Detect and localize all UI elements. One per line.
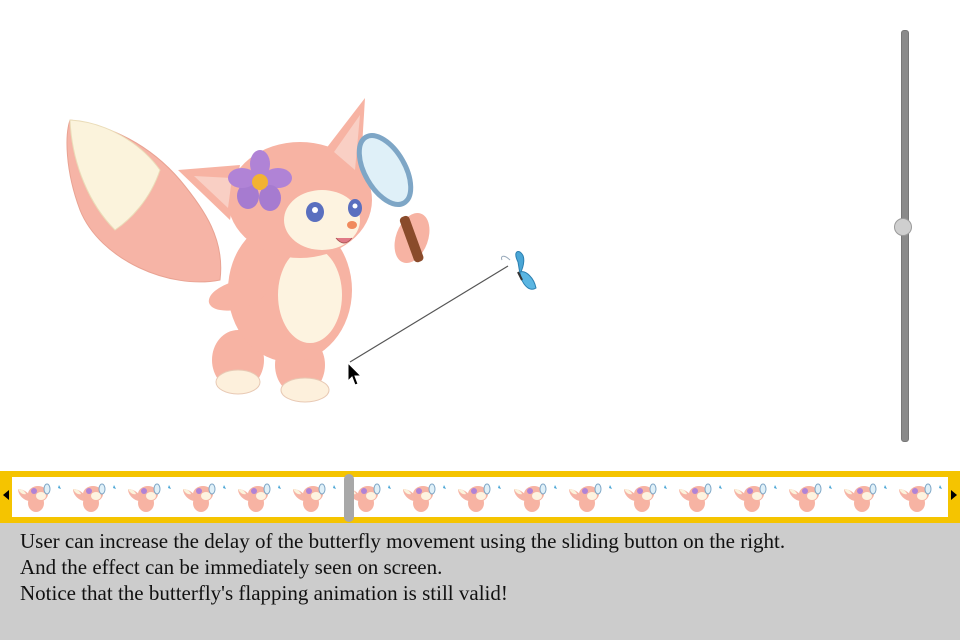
fox-thumbnail-icon[interactable]	[177, 479, 231, 515]
mouse-pointer-icon	[347, 362, 363, 386]
caption-line-1: User can increase the delay of the butte…	[20, 529, 786, 553]
fox-thumbnail-icon[interactable]	[67, 479, 121, 515]
triangle-left-icon[interactable]	[3, 490, 9, 500]
fox-thumbnail-icon[interactable]	[397, 479, 451, 515]
delay-slider[interactable]	[893, 30, 915, 442]
fox-thumbnail-icon[interactable]	[508, 479, 562, 515]
fox-character-illustration	[66, 98, 430, 403]
filmstrip-frames[interactable]	[12, 477, 948, 517]
fox-thumbnail-icon[interactable]	[563, 479, 617, 515]
filmstrip[interactable]	[0, 471, 960, 523]
fox-thumbnail-icon[interactable]	[452, 479, 506, 515]
animation-stage[interactable]	[0, 0, 960, 470]
fox-thumbnail-icon[interactable]	[728, 479, 782, 515]
fox-thumbnail-icon[interactable]	[838, 479, 892, 515]
fox-thumbnail-icon[interactable]	[122, 479, 176, 515]
blue-butterfly-icon	[501, 251, 537, 290]
fox-thumbnail-icon[interactable]	[12, 479, 66, 515]
fox-thumbnail-icon[interactable]	[232, 479, 286, 515]
caption-panel: User can increase the delay of the butte…	[0, 523, 960, 640]
filmstrip-playhead[interactable]	[343, 474, 354, 522]
caption-line-2: And the effect can be immediately seen o…	[20, 555, 443, 579]
fox-thumbnail-icon[interactable]	[618, 479, 672, 515]
fox-thumbnail-icon[interactable]	[287, 479, 341, 515]
caption-line-3: Notice that the butterfly's flapping ani…	[20, 581, 508, 605]
fox-thumbnail-icon[interactable]	[783, 479, 837, 515]
slider-thumb[interactable]	[894, 218, 912, 237]
fox-thumbnail-icon[interactable]	[673, 479, 727, 515]
fox-thumbnail-icon[interactable]	[893, 479, 947, 515]
triangle-right-icon[interactable]	[951, 490, 957, 500]
